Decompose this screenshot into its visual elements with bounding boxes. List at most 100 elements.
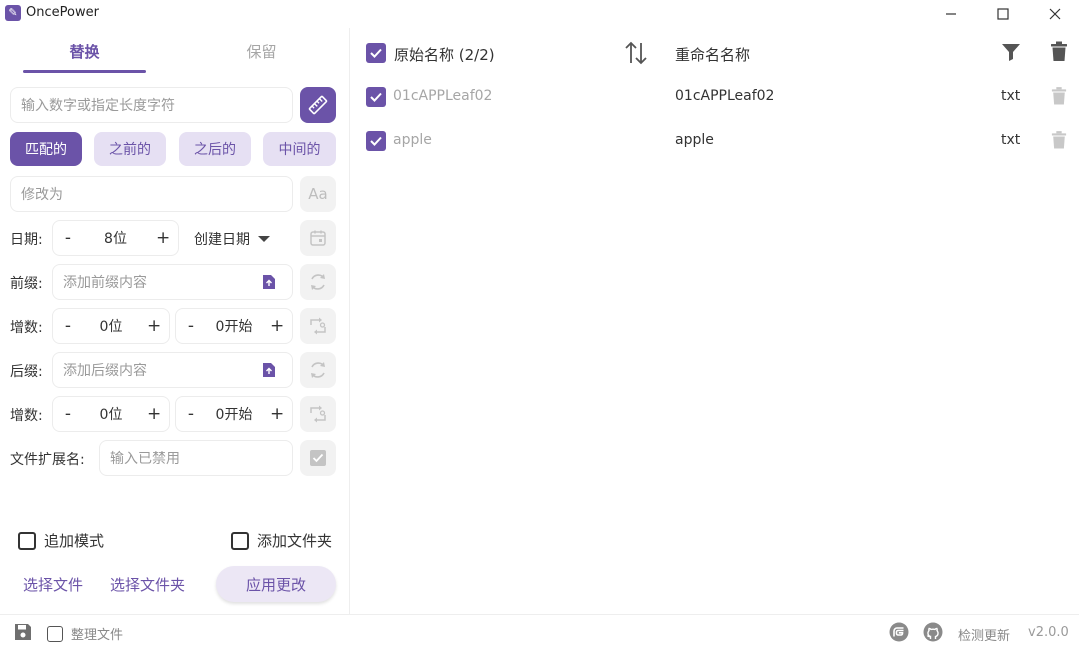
suffix-digits-plus-button[interactable]: + [147, 404, 161, 424]
prefix-start-stepper[interactable]: - 0开始 + [175, 308, 293, 344]
prefix-digits-plus-button[interactable]: + [147, 316, 161, 336]
ruler-button[interactable] [300, 87, 336, 123]
extension-label: 文件扩展名: [10, 449, 85, 469]
prefix-swap-button[interactable] [300, 308, 336, 344]
title-bar: ✎ OncePower [0, 0, 1079, 28]
checkbox-icon [309, 449, 327, 467]
search-placeholder: 输入数字或指定长度字符 [21, 95, 175, 115]
suffix-swap-button[interactable] [300, 396, 336, 432]
mode-before-button[interactable]: 之前的 [94, 132, 166, 166]
github-icon [923, 622, 943, 642]
replace-placeholder: 修改为 [21, 184, 63, 204]
app-logo-icon: ✎ [5, 5, 21, 21]
maximize-button[interactable] [980, 0, 1026, 28]
prefix-start-minus-button[interactable]: - [184, 316, 198, 336]
mode-after-button[interactable]: 之后的 [179, 132, 251, 166]
date-digits-value: 8位 [104, 228, 127, 248]
refresh-icon [308, 272, 328, 292]
row-extension: txt [1001, 132, 1020, 148]
close-button[interactable] [1032, 0, 1078, 28]
add-folder-option[interactable]: 添加文件夹 [231, 530, 332, 551]
sort-arrows-icon [624, 40, 648, 66]
prefix-label: 前缀: [10, 273, 43, 293]
suffix-refresh-button[interactable] [300, 352, 336, 388]
suffix-start-stepper[interactable]: - 0开始 + [175, 396, 293, 432]
replace-input[interactable]: 修改为 [10, 176, 293, 212]
date-type-select[interactable]: 创建日期 [194, 229, 270, 249]
append-mode-option[interactable]: 追加模式 [18, 530, 104, 551]
sort-toggle-button[interactable] [624, 40, 648, 70]
row-delete-button[interactable] [1051, 130, 1067, 154]
file-import-icon[interactable] [262, 274, 276, 290]
date-label: 日期: [10, 229, 43, 249]
date-plus-button[interactable]: + [156, 228, 170, 248]
github-link[interactable] [923, 622, 943, 646]
version-label: v2.0.0 [1028, 625, 1069, 640]
suffix-label: 后缀: [10, 361, 43, 381]
append-mode-checkbox[interactable] [18, 532, 36, 550]
suffix-input[interactable]: 添加后缀内容 [52, 352, 293, 388]
check-icon [369, 134, 383, 148]
case-icon: Aa [308, 185, 327, 203]
prefix-input[interactable]: 添加前缀内容 [52, 264, 293, 300]
gitee-link[interactable] [889, 622, 909, 646]
footer-divider [0, 614, 1079, 615]
check-update-link[interactable]: 检测更新 [958, 625, 1010, 644]
row-extension: txt [1001, 88, 1020, 104]
mode-matched-button[interactable]: 匹配的 [10, 132, 82, 166]
extension-checkbox-button[interactable] [300, 440, 336, 476]
header-renamed-name: 重命名名称 [675, 44, 750, 65]
prefix-digits-minus-button[interactable]: - [61, 316, 75, 336]
organize-files-label: 整理文件 [71, 624, 123, 643]
calendar-button[interactable] [300, 220, 336, 256]
select-files-button[interactable]: 选择文件 [23, 574, 83, 595]
filter-icon [1001, 42, 1021, 62]
save-button[interactable] [14, 623, 32, 645]
row-delete-button[interactable] [1051, 86, 1067, 110]
organize-files-checkbox[interactable] [47, 626, 63, 642]
minimize-button[interactable] [928, 0, 974, 28]
row-original-name: 01cAPPLeaf02 [393, 88, 492, 104]
suffix-start-plus-button[interactable]: + [270, 404, 284, 424]
prefix-digits-stepper[interactable]: - 0位 + [52, 308, 170, 344]
extension-input[interactable]: 输入已禁用 [99, 440, 293, 476]
check-icon [369, 46, 383, 60]
tab-replace[interactable]: 替换 [23, 38, 146, 72]
swap-icon [308, 316, 328, 336]
date-digits-stepper[interactable]: - 8位 + [52, 220, 179, 256]
search-input[interactable]: 输入数字或指定长度字符 [10, 87, 293, 123]
row-original-name: apple [393, 132, 432, 148]
app-title: OncePower [26, 5, 99, 20]
select-folder-button[interactable]: 选择文件夹 [110, 574, 185, 595]
trash-icon [1051, 86, 1067, 106]
clear-all-button[interactable] [1050, 41, 1068, 66]
close-icon [1049, 8, 1061, 20]
case-toggle-button[interactable]: Aa [300, 176, 336, 212]
tab-keep[interactable]: 保留 [200, 38, 323, 72]
organize-files-option[interactable]: 整理文件 [47, 624, 123, 643]
row-checkbox[interactable] [366, 87, 386, 107]
suffix-digits-minus-button[interactable]: - [61, 404, 75, 424]
apply-changes-button[interactable]: 应用更改 [216, 566, 336, 602]
select-all-checkbox[interactable] [366, 43, 386, 63]
add-folder-checkbox[interactable] [231, 532, 249, 550]
save-icon [14, 623, 32, 641]
suffix-start-minus-button[interactable]: - [184, 404, 198, 424]
prefix-increment-label: 增数: [10, 317, 43, 337]
prefix-start-plus-button[interactable]: + [270, 316, 284, 336]
panel-divider [349, 28, 350, 614]
suffix-digits-stepper[interactable]: - 0位 + [52, 396, 170, 432]
trash-icon [1051, 130, 1067, 150]
prefix-refresh-button[interactable] [300, 264, 336, 300]
gitee-icon [889, 622, 909, 642]
mode-between-button[interactable]: 中间的 [263, 132, 336, 166]
row-checkbox[interactable] [366, 131, 386, 151]
prefix-start-value: 0开始 [216, 316, 253, 336]
header-original-name: 原始名称 (2/2) [394, 44, 495, 65]
date-minus-button[interactable]: - [61, 228, 75, 248]
filter-button[interactable] [1001, 42, 1021, 66]
file-import-icon[interactable] [262, 362, 276, 378]
refresh-icon [308, 360, 328, 380]
prefix-placeholder: 添加前缀内容 [63, 272, 147, 292]
check-icon [369, 90, 383, 104]
